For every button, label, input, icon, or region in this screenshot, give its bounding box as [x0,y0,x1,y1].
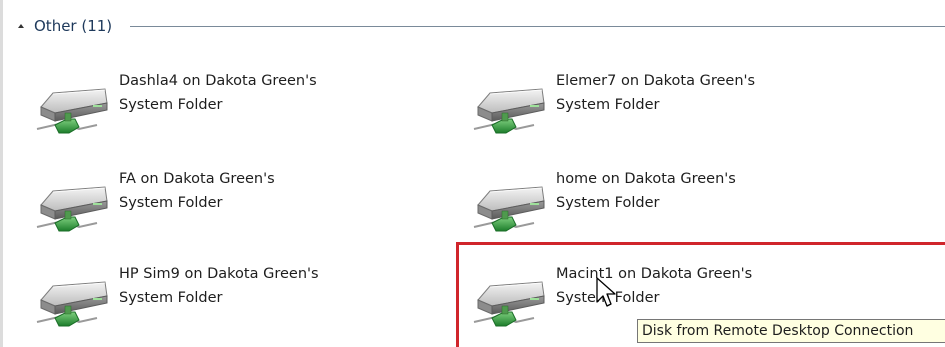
group-divider [130,26,945,27]
drive-type: System Folder [556,97,660,113]
group-header-other[interactable]: Other (11) [13,14,945,40]
drive-label: Dashla4 on Dakota Green's System Folder [119,69,399,117]
network-drive-icon [35,266,111,328]
drive-name: HP Sim9 on Dakota Green's [119,266,319,282]
network-drive-icon [35,171,111,233]
drive-item-home[interactable]: home on Dakota Green's System Folder [472,167,842,247]
drive-type: System Folder [119,97,223,113]
group-title: Other (11) [34,17,113,35]
drive-type: System Folder [119,195,223,211]
drive-label: home on Dakota Green's System Folder [556,167,836,215]
drive-type: System Folder [119,290,223,306]
drive-name: Dashla4 on Dakota Green's [119,73,317,89]
drive-label: Elemer7 on Dakota Green's System Folder [556,69,836,117]
drive-item-fa[interactable]: FA on Dakota Green's System Folder [35,167,405,247]
network-drive-icon [472,171,548,233]
tooltip: Disk from Remote Desktop Connection [637,319,945,343]
drive-name: home on Dakota Green's [556,171,736,187]
network-drive-icon [472,73,548,135]
drive-item-hp-sim9[interactable]: HP Sim9 on Dakota Green's System Folder [35,262,405,342]
drive-item-elemer7[interactable]: Elemer7 on Dakota Green's System Folder [472,69,842,149]
drive-name: FA on Dakota Green's [119,171,275,187]
drive-type: System Folder [556,195,660,211]
drive-label: FA on Dakota Green's System Folder [119,167,399,215]
network-drive-icon [35,73,111,135]
drive-label: HP Sim9 on Dakota Green's System Folder [119,262,399,310]
drive-item-dashla4[interactable]: Dashla4 on Dakota Green's System Folder [35,69,405,149]
collapse-arrow-icon[interactable] [18,24,24,28]
drive-name: Elemer7 on Dakota Green's [556,73,756,89]
mouse-pointer-icon [596,277,616,307]
pane-border [0,0,3,347]
